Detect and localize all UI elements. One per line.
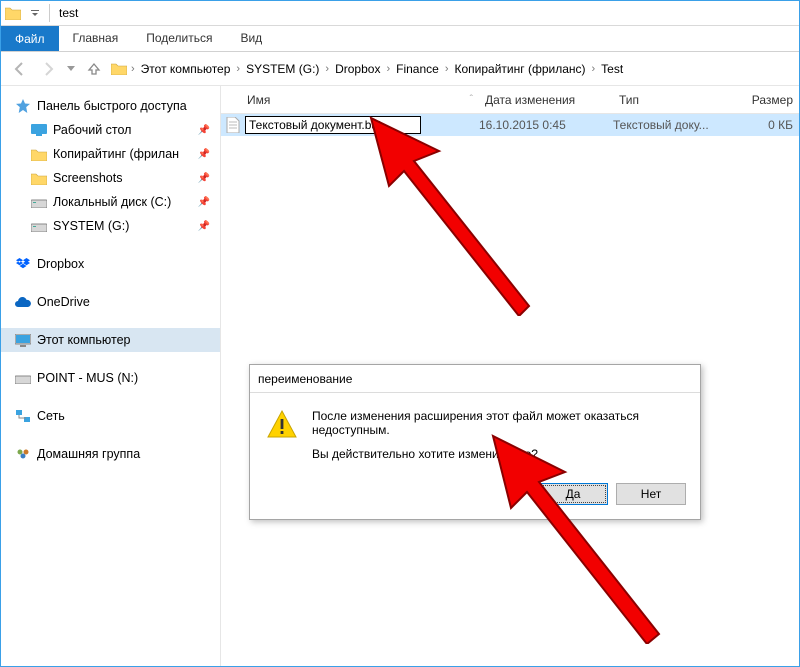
folder-icon: [31, 170, 47, 186]
pin-icon: 📌: [198, 221, 210, 232]
sidebar-item-label: POINT - MUS (N:): [37, 371, 138, 385]
back-button[interactable]: [7, 56, 33, 82]
dialog-text: После изменения расширения этот файл мож…: [312, 409, 682, 471]
text-file-icon: [225, 117, 241, 133]
crumb-finance[interactable]: Finance: [394, 60, 441, 78]
sidebar-system-g[interactable]: SYSTEM (G:) 📌: [1, 214, 220, 238]
sidebar-desktop[interactable]: Рабочий стол 📌: [1, 118, 220, 142]
sidebar-item-label: Домашняя группа: [37, 447, 140, 461]
crumb-this-pc[interactable]: Этот компьютер: [139, 60, 233, 78]
up-button[interactable]: [81, 56, 107, 82]
col-label: Дата изменения: [485, 93, 575, 107]
sidebar-item-label: Рабочий стол: [53, 123, 131, 137]
col-type[interactable]: Тип: [613, 86, 735, 113]
sidebar-item-label: OneDrive: [37, 295, 90, 309]
sidebar-onedrive[interactable]: OneDrive: [1, 290, 220, 314]
warning-icon: [266, 409, 298, 471]
chevron-icon[interactable]: ›: [129, 63, 137, 75]
drive-icon: [15, 370, 31, 386]
onedrive-icon: [15, 294, 31, 310]
desktop-icon: [31, 122, 47, 138]
sidebar-local-disk-c[interactable]: Локальный диск (C:) 📌: [1, 190, 220, 214]
tab-file[interactable]: Файл: [1, 26, 59, 51]
sidebar-quick-access[interactable]: Панель быстрого доступа: [1, 94, 220, 118]
app-icon: [1, 2, 25, 24]
navigation-pane: Панель быстрого доступа Рабочий стол 📌 К…: [1, 86, 221, 666]
col-label: Имя: [247, 93, 270, 107]
dialog-title: переименование: [250, 365, 700, 393]
drive-icon: [31, 218, 47, 234]
drive-icon: [31, 194, 47, 210]
sort-indicator: ˆ: [470, 94, 473, 105]
sidebar-item-label: Локальный диск (C:): [53, 195, 171, 209]
crumb-dropbox[interactable]: Dropbox: [333, 60, 382, 78]
dialog-line1: После изменения расширения этот файл мож…: [312, 409, 682, 437]
chevron-icon[interactable]: ›: [590, 63, 598, 75]
folder-icon: [31, 146, 47, 162]
dialog-line2: Вы действительно хотите изменить его?: [312, 447, 682, 461]
no-button[interactable]: Нет: [616, 483, 686, 505]
yes-button[interactable]: Да: [538, 483, 608, 505]
chevron-icon[interactable]: ›: [234, 63, 242, 75]
sidebar-item-label: Копирайтинг (фрилан: [53, 147, 179, 161]
file-date: 16.10.2015 0:45: [479, 118, 613, 132]
sidebar-copywriting[interactable]: Копирайтинг (фрилан 📌: [1, 142, 220, 166]
folder-icon: [111, 61, 127, 77]
qat-sep: [49, 4, 50, 22]
sidebar-item-label: Сеть: [37, 409, 65, 423]
file-rename-input[interactable]: [245, 116, 421, 134]
ribbon-tabs: Файл Главная Поделиться Вид: [1, 26, 799, 52]
chevron-icon[interactable]: ›: [384, 63, 392, 75]
sidebar-dropbox[interactable]: Dropbox: [1, 252, 220, 276]
titlebar: test: [1, 1, 799, 26]
window-title: test: [56, 6, 78, 20]
col-name[interactable]: Имя ˆ: [221, 86, 479, 113]
forward-button[interactable]: [35, 56, 61, 82]
dropbox-icon: [15, 256, 31, 272]
sidebar-item-label: Screenshots: [53, 171, 122, 185]
sidebar-item-label: SYSTEM (G:): [53, 219, 129, 233]
this-pc-icon: [15, 332, 31, 348]
sidebar-item-label: Dropbox: [37, 257, 84, 271]
sidebar-point-mus[interactable]: POINT - MUS (N:): [1, 366, 220, 390]
crumb-copywriting[interactable]: Копирайтинг (фриланс): [453, 60, 588, 78]
crumb-system-g[interactable]: SYSTEM (G:): [244, 60, 321, 78]
pin-icon: 📌: [198, 197, 210, 208]
rename-dialog: переименование После изменения расширени…: [249, 364, 701, 520]
pin-icon: 📌: [198, 173, 210, 184]
chevron-icon[interactable]: ›: [323, 63, 331, 75]
file-type: Текстовый доку...: [613, 118, 735, 132]
col-label: Размер: [752, 93, 793, 107]
recent-dropdown[interactable]: [63, 56, 79, 82]
crumb-test[interactable]: Test: [599, 60, 625, 78]
qat-dropdown[interactable]: [27, 2, 43, 24]
breadcrumb-bar[interactable]: › Этот компьютер › SYSTEM (G:) › Dropbox…: [109, 57, 791, 81]
sidebar-item-label: Этот компьютер: [37, 333, 130, 347]
sidebar-item-label: Панель быстрого доступа: [37, 99, 187, 113]
sidebar-homegroup[interactable]: Домашняя группа: [1, 442, 220, 466]
address-bar-row: › Этот компьютер › SYSTEM (G:) › Dropbox…: [1, 52, 799, 86]
col-date[interactable]: Дата изменения: [479, 86, 613, 113]
sidebar-this-pc[interactable]: Этот компьютер: [1, 328, 220, 352]
chevron-icon[interactable]: ›: [443, 63, 451, 75]
tab-view[interactable]: Вид: [226, 26, 276, 51]
pin-icon: 📌: [198, 149, 210, 160]
pin-icon: 📌: [198, 125, 210, 136]
sidebar-network[interactable]: Сеть: [1, 404, 220, 428]
network-icon: [15, 408, 31, 424]
file-row[interactable]: 16.10.2015 0:45 Текстовый доку... 0 КБ: [221, 114, 799, 136]
homegroup-icon: [15, 446, 31, 462]
column-headers: Имя ˆ Дата изменения Тип Размер: [221, 86, 799, 114]
star-icon: [15, 98, 31, 114]
col-size[interactable]: Размер: [735, 86, 799, 113]
col-label: Тип: [619, 93, 639, 107]
file-size: 0 КБ: [735, 118, 799, 132]
tab-home[interactable]: Главная: [59, 26, 133, 51]
sidebar-screenshots[interactable]: Screenshots 📌: [1, 166, 220, 190]
tab-share[interactable]: Поделиться: [132, 26, 226, 51]
